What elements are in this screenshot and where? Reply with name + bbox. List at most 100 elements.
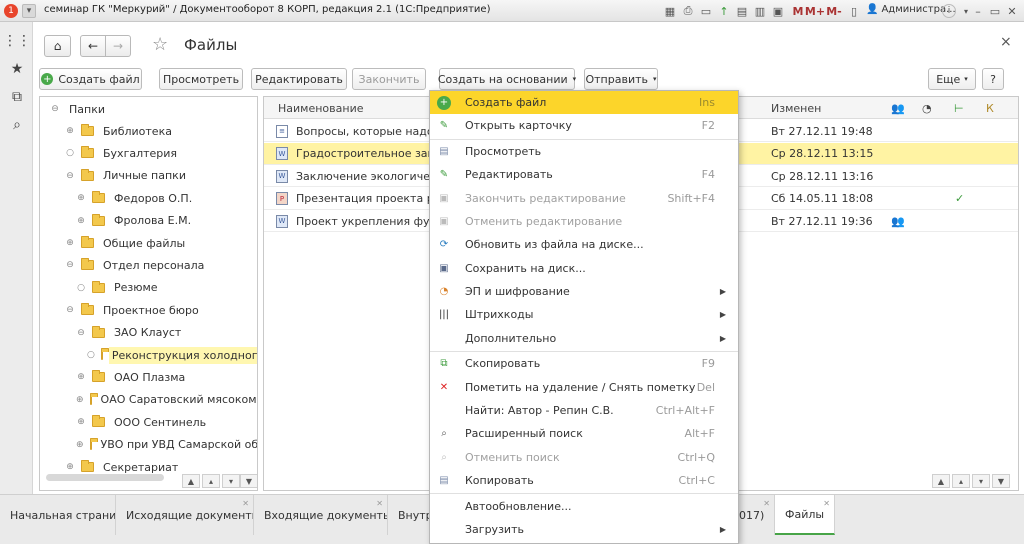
expand-icon[interactable]: ⊕	[76, 395, 84, 405]
collapse-icon[interactable]: ⊖	[65, 260, 75, 270]
close-tab-icon[interactable]: ✕	[823, 499, 830, 508]
info-icon[interactable]: i	[942, 4, 956, 18]
back-button[interactable]: ←	[80, 35, 106, 57]
tree-item[interactable]: ⊖ Отдел персонала	[40, 254, 257, 276]
menu-item[interactable]: ◔ ЭП и шифрование ▶	[430, 280, 738, 303]
create-based-button[interactable]: Создать на основании ▾	[438, 68, 576, 90]
tree-item[interactable]: ⊕ УВО при УВД Самарской облас	[40, 434, 257, 456]
scroll-up-small-icon[interactable]: ▴	[202, 474, 220, 488]
view-button[interactable]: Просмотреть	[159, 68, 243, 90]
close-tab-icon[interactable]: ✕	[242, 499, 249, 508]
send-button[interactable]: Отправить ▾	[584, 68, 658, 90]
memory-plus-button[interactable]: M+	[805, 3, 825, 19]
tab-outgoing[interactable]: Исходящие документы ✕	[116, 495, 254, 535]
expand-icon[interactable]: ⊕	[76, 216, 86, 226]
menu-item[interactable]: ▤ Копировать Ctrl+C	[430, 469, 738, 492]
collapse-icon[interactable]: ⊖	[65, 171, 75, 181]
tab-files[interactable]: Файлы ✕	[775, 495, 835, 535]
print-icon[interactable]: ⎙	[680, 3, 696, 19]
tree-item[interactable]: ⊕ Общие файлы	[40, 232, 257, 254]
menu-item[interactable]: + Создать файл Ins	[430, 91, 738, 114]
tree-item[interactable]: ○ Бухгалтерия	[40, 142, 257, 164]
tree-item[interactable]: ⊖ Проектное бюро	[40, 299, 257, 321]
scroll-down-icon[interactable]: ▼	[992, 474, 1010, 488]
memory-minus-button[interactable]: M-	[826, 3, 842, 19]
menu-item[interactable]: Загрузить ▶	[430, 518, 738, 541]
menu-item[interactable]: Автообновление...	[430, 495, 738, 518]
menu-item[interactable]: Дополнительно ▶	[430, 327, 738, 350]
menu-item[interactable]: ⟳ Обновить из файла на диске...	[430, 233, 738, 256]
scroll-up-icon[interactable]: ▲	[182, 474, 200, 488]
tree-item[interactable]: ⊕ Фролова Е.М.	[40, 210, 257, 232]
menu-item[interactable]: ▣ Сохранить на диск...	[430, 257, 738, 280]
expand-icon[interactable]: ⊕	[65, 126, 75, 136]
menu-item[interactable]: ⌕ Расширенный поиск Alt+F	[430, 422, 738, 445]
menu-item[interactable]: ▣ Отменить редактирование	[430, 210, 738, 233]
collapse-icon[interactable]: ⊖	[65, 305, 75, 315]
memory-m-button[interactable]: M	[790, 3, 806, 19]
menu-item[interactable]: ✎ Редактировать F4	[430, 163, 738, 186]
expand-icon[interactable]: ⊕	[65, 238, 75, 248]
leaf-icon[interactable]: ○	[87, 350, 95, 360]
close-tab-icon[interactable]: ✕	[763, 499, 770, 508]
tree-item[interactable]: ⊖ Личные папки	[40, 165, 257, 187]
tab-hidden[interactable]: 017) ✕	[739, 495, 775, 535]
tree-item[interactable]: ○ Реконструкция холодного ск	[40, 344, 257, 366]
tab-home[interactable]: Начальная страница	[0, 495, 116, 535]
favorites-star-icon[interactable]: ★	[8, 60, 26, 78]
minimize-icon[interactable]: –	[970, 3, 986, 19]
scroll-down-icon[interactable]: ▼	[240, 474, 257, 488]
history-icon[interactable]: ⧉	[8, 88, 26, 106]
close-tab-icon[interactable]: ✕	[376, 499, 383, 508]
print-preview-icon[interactable]: ▭	[698, 3, 714, 19]
help-button[interactable]: ?	[982, 68, 1004, 90]
favorite-star-icon[interactable]: ☆	[152, 34, 168, 55]
maximize-icon[interactable]: ▭	[987, 3, 1003, 19]
apps-grid-icon[interactable]: ⋮⋮	[3, 32, 31, 50]
panel-icon[interactable]: ▯	[846, 3, 862, 19]
calculator-icon[interactable]: ▣	[770, 3, 786, 19]
leaf-icon[interactable]: ○	[76, 283, 86, 293]
menu-item[interactable]: ▤ Просмотреть	[430, 140, 738, 163]
collapse-icon[interactable]: ⊖	[50, 104, 60, 114]
more-button[interactable]: Еще ▾	[928, 68, 976, 90]
home-button[interactable]: ⌂	[44, 35, 71, 57]
close-window-icon[interactable]: ✕	[1004, 3, 1020, 19]
scroll-down-small-icon[interactable]: ▾	[972, 474, 990, 488]
scroll-up-small-icon[interactable]: ▴	[952, 474, 970, 488]
arrow-icon[interactable]: ↑	[716, 3, 732, 19]
tree-item[interactable]: ⊕ Библиотека	[40, 120, 257, 142]
expand-icon[interactable]: ⊕	[76, 193, 86, 203]
expand-icon[interactable]: ⊕	[65, 462, 75, 472]
menu-item[interactable]: ⌕ Отменить поиск Ctrl+Q	[430, 446, 738, 469]
document-icon[interactable]: ▥	[752, 3, 768, 19]
forward-button[interactable]: →	[105, 35, 131, 57]
menu-item[interactable]: Найти: Автор - Репин С.В. Ctrl+Alt+F	[430, 399, 738, 422]
tab-incoming[interactable]: Входящие документы ✕	[254, 495, 388, 535]
expand-icon[interactable]: ⊕	[76, 372, 86, 382]
column-changed-header[interactable]: Изменен	[771, 97, 871, 119]
tree-root[interactable]: ⊖ Папки	[40, 98, 257, 120]
grid-icon[interactable]: ▦	[662, 3, 678, 19]
menu-chevron-icon[interactable]: ▾	[22, 4, 36, 18]
tab-internal[interactable]: Внутре	[388, 495, 430, 535]
menu-item[interactable]: ⧉ Скопировать F9	[430, 352, 738, 375]
finish-button[interactable]: Закончить	[352, 68, 426, 90]
collapse-icon[interactable]: ⊖	[76, 328, 86, 338]
tree-item[interactable]: ⊖ ЗАО Клауст	[40, 322, 257, 344]
menu-item[interactable]: ▣ Закончить редактирование Shift+F4	[430, 187, 738, 210]
search-icon[interactable]: ⌕	[8, 116, 26, 134]
edit-button[interactable]: Редактировать	[251, 68, 347, 90]
tree-scrollbar[interactable]	[46, 474, 164, 481]
menu-item[interactable]: ||| Штрихкоды ▶	[430, 303, 738, 326]
tree-item[interactable]: ⊕ ОАО Плазма	[40, 366, 257, 388]
close-form-icon[interactable]: ×	[1000, 34, 1012, 50]
expand-icon[interactable]: ⊕	[76, 417, 86, 427]
expand-icon[interactable]: ⊕	[76, 440, 84, 450]
tree-item[interactable]: ○ Резюме	[40, 277, 257, 299]
scroll-down-small-icon[interactable]: ▾	[222, 474, 240, 488]
menu-item[interactable]: ✎ Открыть карточку F2	[430, 114, 738, 137]
calendar-icon[interactable]: ▤	[734, 3, 750, 19]
leaf-icon[interactable]: ○	[65, 148, 75, 158]
tree-item[interactable]: ⊕ ООО Сентинель	[40, 411, 257, 433]
